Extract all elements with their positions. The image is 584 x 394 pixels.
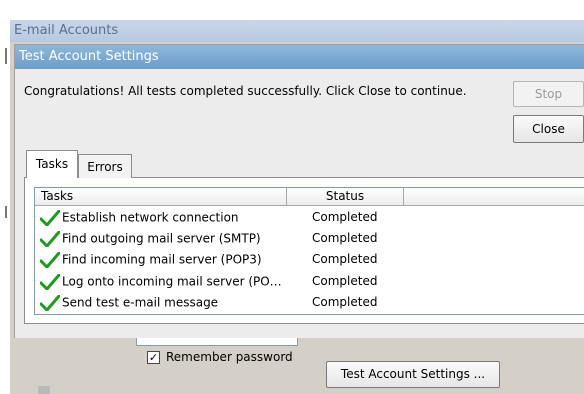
tab-errors[interactable]: Errors (78, 154, 132, 178)
success-message: Congratulations! All tests completed suc… (24, 84, 467, 98)
partial-control (38, 386, 50, 394)
test-account-settings-button[interactable]: Test Account Settings ... (326, 361, 500, 388)
remember-password-label: Remember password (166, 350, 293, 364)
stop-button[interactable]: Stop (513, 81, 584, 107)
task-name: Log onto incoming mail server (PO… (62, 274, 282, 289)
column-header-status[interactable]: Status (287, 188, 404, 206)
background-top-strip (0, 0, 584, 20)
close-button[interactable]: Close (513, 115, 584, 143)
tab-tasks[interactable]: Tasks (26, 150, 78, 178)
password-field[interactable] (136, 338, 298, 346)
checkmark-icon (40, 251, 60, 268)
column-header-filler (404, 188, 584, 206)
dialog-title: Test Account Settings (15, 45, 584, 69)
task-name: Find incoming mail server (POP3) (62, 252, 262, 267)
remember-password-checkbox[interactable]: ✓ (147, 351, 160, 364)
checkmark-icon (40, 294, 60, 311)
task-status: Completed (312, 274, 378, 288)
window-edge-mark (5, 206, 7, 218)
table-row[interactable]: Log onto incoming mail server (PO… (40, 271, 282, 291)
task-status: Completed (312, 231, 378, 245)
checkmark-icon (40, 273, 60, 290)
checkmark-icon (40, 230, 60, 247)
task-status: Completed (312, 295, 378, 309)
table-row[interactable]: Find incoming mail server (POP3) (40, 249, 262, 269)
task-name: Establish network connection (62, 210, 239, 225)
task-status: Completed (312, 210, 378, 224)
task-name: Send test e-mail message (62, 295, 219, 310)
window-edge-mark (5, 48, 7, 64)
table-row[interactable]: Establish network connection (40, 207, 239, 227)
table-row[interactable]: Send test e-mail message (40, 292, 218, 312)
task-name: Find outgoing mail server (SMTP) (62, 231, 261, 246)
table-row[interactable]: Find outgoing mail server (SMTP) (40, 228, 261, 248)
checkmark-icon (40, 209, 60, 226)
email-accounts-title: E-mail Accounts (10, 20, 584, 42)
column-header-tasks[interactable]: Tasks (35, 188, 287, 206)
task-status: Completed (312, 252, 378, 266)
